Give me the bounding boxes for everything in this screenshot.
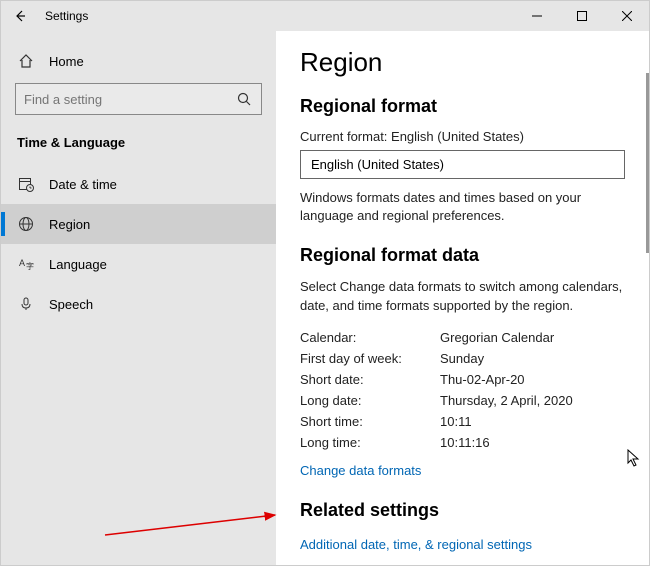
data-label: Long date:: [300, 393, 440, 408]
format-dropdown[interactable]: English (United States): [300, 150, 625, 179]
data-value: Gregorian Calendar: [440, 330, 554, 345]
page-title: Region: [300, 47, 625, 78]
data-row-shortdate: Short date: Thu-02-Apr-20: [300, 369, 625, 390]
data-row-firstday: First day of week: Sunday: [300, 348, 625, 369]
format-data-heading: Regional format data: [300, 245, 625, 266]
data-row-calendar: Calendar: Gregorian Calendar: [300, 327, 625, 348]
sidebar-item-language[interactable]: A字 Language: [1, 244, 276, 284]
data-value: Thu-02-Apr-20: [440, 372, 525, 387]
format-data-desc: Select Change data formats to switch amo…: [300, 278, 625, 314]
home-label: Home: [49, 54, 84, 69]
sidebar-item-label: Language: [49, 257, 107, 272]
globe-icon: [17, 216, 35, 232]
data-label: Short date:: [300, 372, 440, 387]
titlebar: Settings: [1, 1, 649, 31]
window-title: Settings: [45, 9, 88, 23]
sidebar-item-label: Speech: [49, 297, 93, 312]
home-icon: [17, 53, 35, 69]
calendar-clock-icon: [17, 176, 35, 192]
related-settings-heading: Related settings: [300, 500, 625, 521]
data-value: Sunday: [440, 351, 484, 366]
microphone-icon: [17, 296, 35, 312]
main-content: Region Regional format Current format: E…: [276, 31, 649, 565]
data-value: 10:11: [440, 414, 472, 429]
sidebar-item-label: Date & time: [49, 177, 117, 192]
minimize-icon: [532, 11, 542, 21]
language-icon: A字: [17, 256, 35, 272]
regional-format-desc: Windows formats dates and times based on…: [300, 189, 625, 225]
sidebar: Home Time & Language Date & time: [1, 31, 276, 565]
sidebar-item-date-time[interactable]: Date & time: [1, 164, 276, 204]
back-arrow-icon: [13, 9, 27, 23]
data-row-shorttime: Short time: 10:11: [300, 411, 625, 432]
data-value: 10:11:16: [440, 435, 490, 450]
scrollbar[interactable]: [646, 73, 649, 253]
back-button[interactable]: [7, 3, 33, 29]
close-icon: [622, 11, 632, 21]
current-format-label: Current format: English (United States): [300, 129, 625, 144]
maximize-icon: [577, 11, 587, 21]
change-data-formats-link[interactable]: Change data formats: [300, 463, 421, 478]
cursor-icon: [627, 449, 641, 467]
close-button[interactable]: [604, 1, 649, 31]
sidebar-item-speech[interactable]: Speech: [1, 284, 276, 324]
home-nav[interactable]: Home: [1, 43, 276, 79]
svg-text:A: A: [19, 258, 25, 268]
data-row-longtime: Long time: 10:11:16: [300, 432, 625, 453]
regional-format-heading: Regional format: [300, 96, 625, 117]
svg-text:字: 字: [26, 261, 34, 271]
sidebar-item-label: Region: [49, 217, 90, 232]
category-title: Time & Language: [1, 125, 276, 164]
search-box[interactable]: [15, 83, 262, 115]
data-label: First day of week:: [300, 351, 440, 366]
search-icon: [237, 92, 253, 106]
minimize-button[interactable]: [514, 1, 559, 31]
maximize-button[interactable]: [559, 1, 604, 31]
data-value: Thursday, 2 April, 2020: [440, 393, 573, 408]
data-label: Long time:: [300, 435, 440, 450]
data-row-longdate: Long date: Thursday, 2 April, 2020: [300, 390, 625, 411]
sidebar-item-region[interactable]: Region: [1, 204, 276, 244]
dropdown-value: English (United States): [311, 157, 444, 172]
additional-settings-link[interactable]: Additional date, time, & regional settin…: [300, 537, 532, 552]
search-input[interactable]: [24, 92, 237, 107]
data-label: Short time:: [300, 414, 440, 429]
data-label: Calendar:: [300, 330, 440, 345]
